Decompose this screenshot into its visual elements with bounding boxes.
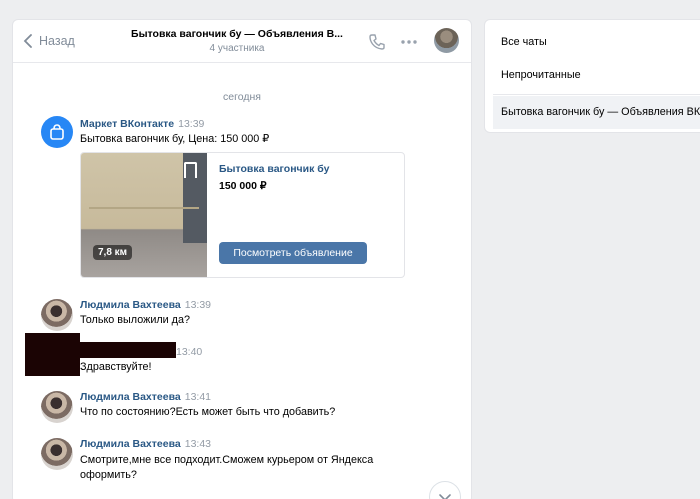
folder-all-chats[interactable]: Все чаты [501, 36, 547, 48]
chat-header: Назад Бытовка вагончик бу — Объявления В… [13, 20, 471, 63]
message-text: Что по состоянию?Есть может быть что доб… [80, 406, 336, 418]
product-card[interactable]: 7,8 км Бытовка вагончик бу 150 000 ₽ Пос… [80, 152, 405, 278]
divider [493, 94, 700, 95]
message-author[interactable]: Людмила Вахтеева [80, 438, 181, 450]
message-time: 13:39 [178, 118, 205, 130]
message-text: Здравствуйте! [80, 361, 152, 373]
message-author-line: Людмила Вахтеева 13:39 [80, 299, 211, 311]
chevron-down-icon [439, 494, 451, 499]
scroll-down-button[interactable] [429, 481, 461, 499]
folder-current-chat[interactable]: Бытовка вагончик бу — Объявления ВК [501, 106, 700, 118]
more-dots-icon[interactable] [399, 32, 419, 52]
shopping-bag-icon [50, 124, 64, 140]
message-author-line: Людмила Вахтеева 13:43 [80, 438, 211, 450]
message-author[interactable]: Маркет ВКонтакте [80, 118, 174, 130]
bookmark-icon[interactable] [184, 162, 197, 178]
market-avatar[interactable] [41, 116, 73, 148]
redacted-avatar [25, 333, 80, 376]
date-separator: сегодня [223, 91, 261, 103]
chat-panel: Назад Бытовка вагончик бу — Объявления В… [12, 19, 472, 499]
message-author[interactable]: Людмила Вахтеева [80, 391, 181, 403]
chevron-left-icon [23, 34, 32, 48]
chat-participants[interactable]: 4 участника [131, 43, 343, 54]
folder-unread[interactable]: Непрочитанные [501, 69, 581, 81]
product-photo[interactable]: 7,8 км [81, 153, 207, 277]
message-text: Бытовка вагончик бу, Цена: 150 000 ₽ [80, 133, 270, 145]
message-time: 13:40 [176, 346, 203, 358]
message-time: 13:39 [184, 299, 212, 311]
chat-avatar[interactable] [434, 28, 459, 53]
message-text-line-1: Смотрите,мне все подходит.Сможем курьеро… [80, 454, 374, 466]
redacted-author [80, 342, 176, 358]
message-author-line: Людмила Вахтеева 13:41 [80, 391, 211, 403]
message-time: 13:43 [184, 438, 212, 450]
phone-icon[interactable] [367, 32, 387, 52]
back-button[interactable]: Назад [23, 32, 75, 50]
message-time: 13:41 [184, 391, 212, 403]
message-text: Только выложили да? [80, 314, 190, 326]
folders-panel: Все чаты Непрочитанные Бытовка вагончик … [484, 19, 700, 133]
photo-floor-line [89, 207, 199, 209]
distance-badge: 7,8 км [93, 245, 133, 260]
avatar[interactable] [41, 391, 73, 423]
avatar[interactable] [41, 299, 73, 331]
back-label: Назад [39, 34, 75, 48]
product-title[interactable]: Бытовка вагончик бу [219, 163, 329, 175]
message-text-line-2: оформить? [80, 469, 137, 481]
message-author-line: Маркет ВКонтакте 13:39 [80, 118, 204, 130]
product-price: 150 000 ₽ [219, 180, 267, 192]
message-author[interactable]: Людмила Вахтеева [80, 299, 181, 311]
avatar[interactable] [41, 438, 73, 470]
view-listing-button[interactable]: Посмотреть объявление [219, 242, 367, 264]
message-author-line: 13:40 [176, 346, 202, 358]
chat-title[interactable]: Бытовка вагончик бу — Объявления В... [131, 28, 343, 40]
